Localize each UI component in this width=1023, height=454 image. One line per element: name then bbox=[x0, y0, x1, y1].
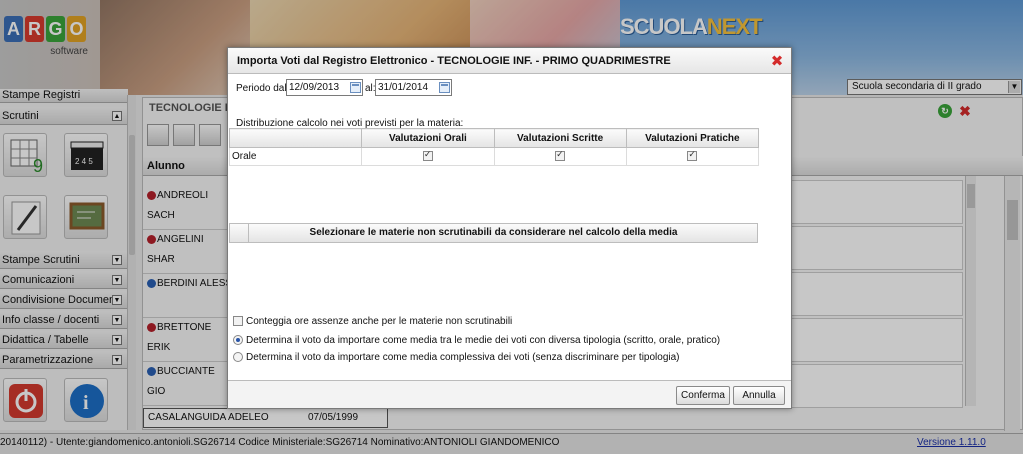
checkbox-pratiche[interactable] bbox=[687, 149, 698, 162]
cancel-button[interactable]: Annulla bbox=[733, 386, 785, 405]
checkbox-orali[interactable] bbox=[422, 149, 433, 162]
cell-orali bbox=[361, 147, 495, 166]
import-grades-dialog: Importa Voti dal Registro Elettronico - … bbox=[227, 47, 792, 409]
calendar-icon[interactable] bbox=[439, 82, 450, 93]
close-icon[interactable]: ✖ bbox=[769, 53, 785, 69]
option-count-absences[interactable]: Conteggia ore assenze anche per le mater… bbox=[233, 315, 512, 329]
option-mean-by-type[interactable]: Determina il voto da importare come medi… bbox=[233, 334, 720, 348]
row-label: Orale bbox=[228, 147, 363, 166]
table-header-row: Valutazioni Orali Valutazioni Scritte Va… bbox=[228, 128, 760, 148]
period-to-field[interactable]: 31/01/2014 bbox=[375, 79, 452, 96]
column-header-empty bbox=[228, 128, 363, 148]
column-header-pratiche: Valutazioni Pratiche bbox=[625, 128, 760, 148]
column-header-scritte: Valutazioni Scritte bbox=[493, 128, 627, 148]
period-from-field[interactable]: 12/09/2013 bbox=[286, 79, 363, 96]
period-from-label: Periodo dal: bbox=[236, 83, 290, 94]
checkbox-count-absences[interactable] bbox=[233, 316, 243, 327]
column-header-orali: Valutazioni Orali bbox=[361, 128, 495, 148]
period-to-value: 31/01/2014 bbox=[378, 82, 429, 93]
period-from-value: 12/09/2013 bbox=[289, 82, 340, 93]
checkbox-scritte[interactable] bbox=[555, 149, 566, 162]
option-mean-overall[interactable]: Determina il voto da importare come medi… bbox=[233, 351, 680, 365]
option-count-absences-label: Conteggia ore assenze anche per le mater… bbox=[246, 316, 513, 327]
period-to-label: al: bbox=[365, 83, 376, 94]
calendar-icon[interactable] bbox=[350, 82, 361, 93]
non-scrutinable-subjects-header: Selezionare le materie non scrutinabili … bbox=[229, 223, 758, 243]
subjects-header-label: Selezionare le materie non scrutinabili … bbox=[309, 227, 678, 238]
dialog-footer: Conferma Annulla bbox=[228, 380, 791, 408]
option-mean-overall-label: Determina il voto da importare come medi… bbox=[246, 352, 680, 363]
radio-mean-overall[interactable] bbox=[233, 352, 243, 363]
select-all-cell[interactable] bbox=[230, 224, 249, 242]
distribution-table: Valutazioni Orali Valutazioni Scritte Va… bbox=[228, 128, 760, 166]
table-row: Orale bbox=[228, 147, 760, 166]
cell-scritte bbox=[493, 147, 627, 166]
cell-pratiche bbox=[625, 147, 760, 166]
option-mean-by-type-label: Determina il voto da importare come medi… bbox=[246, 335, 721, 346]
confirm-button[interactable]: Conferma bbox=[676, 386, 730, 405]
dialog-title: Importa Voti dal Registro Elettronico - … bbox=[228, 48, 791, 74]
radio-mean-by-type[interactable] bbox=[233, 335, 243, 346]
